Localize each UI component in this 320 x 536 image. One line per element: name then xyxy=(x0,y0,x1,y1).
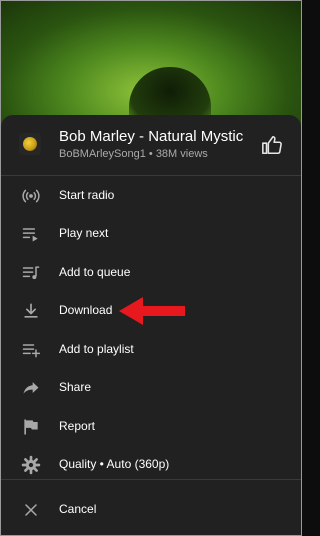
menu-item-label: Report xyxy=(59,419,96,433)
menu-item-add-to-queue[interactable]: Add to queue xyxy=(1,255,301,291)
cancel-label: Cancel xyxy=(59,502,97,516)
download-icon xyxy=(24,303,38,318)
menu-item-label: Quality • Auto (360p) xyxy=(59,457,170,471)
menu-item-label: Start radio xyxy=(59,188,115,202)
share-icon xyxy=(23,382,39,394)
add-to-playlist-icon xyxy=(22,344,41,358)
menu-item-report[interactable]: Report xyxy=(1,409,301,445)
video-title: Bob Marley - Natural Mystic xyxy=(59,128,244,145)
close-icon xyxy=(25,504,37,516)
add-to-queue-icon xyxy=(22,266,40,280)
screen-frame: Bob Marley - Natural Mystic BoBMArleySon… xyxy=(0,0,302,536)
video-thumbnail-background xyxy=(1,1,301,131)
play-next-icon xyxy=(22,228,38,242)
annotation-arrow xyxy=(119,297,185,325)
menu-item-label: Download xyxy=(59,303,113,317)
song-thumbnail xyxy=(19,133,41,155)
subtitle-separator: • xyxy=(148,148,153,160)
action-sheet: Bob Marley - Natural Mystic BoBMArleySon… xyxy=(1,115,301,535)
channel-name[interactable]: BoBMArleySong1 xyxy=(59,148,146,160)
menu-item-label: Add to queue xyxy=(59,265,131,279)
radio-icon xyxy=(22,189,40,203)
menu-item-add-to-playlist[interactable]: Add to playlist xyxy=(1,332,301,368)
menu-item-label: Share xyxy=(59,380,92,394)
menu-item-share[interactable]: Share xyxy=(1,370,301,406)
menu-item-label: Add to playlist xyxy=(59,342,134,356)
video-subtitle: BoBMArleySong1 • 38M views xyxy=(59,148,208,160)
sheet-header: Bob Marley - Natural Mystic BoBMArleySon… xyxy=(1,115,301,176)
menu-item-label: Play next xyxy=(59,226,109,240)
flag-icon xyxy=(24,419,38,435)
view-count: 38M views xyxy=(155,148,208,160)
cancel-button[interactable]: Cancel xyxy=(1,492,301,528)
thumbnail-image xyxy=(23,137,37,151)
thumbs-up-icon[interactable] xyxy=(261,134,283,156)
menu-item-quality[interactable]: Quality • Auto (360p) xyxy=(1,447,301,483)
menu-item-start-radio[interactable]: Start radio xyxy=(1,178,301,214)
divider xyxy=(1,479,301,480)
gear-icon xyxy=(21,455,41,475)
menu-item-play-next[interactable]: Play next xyxy=(1,216,301,252)
